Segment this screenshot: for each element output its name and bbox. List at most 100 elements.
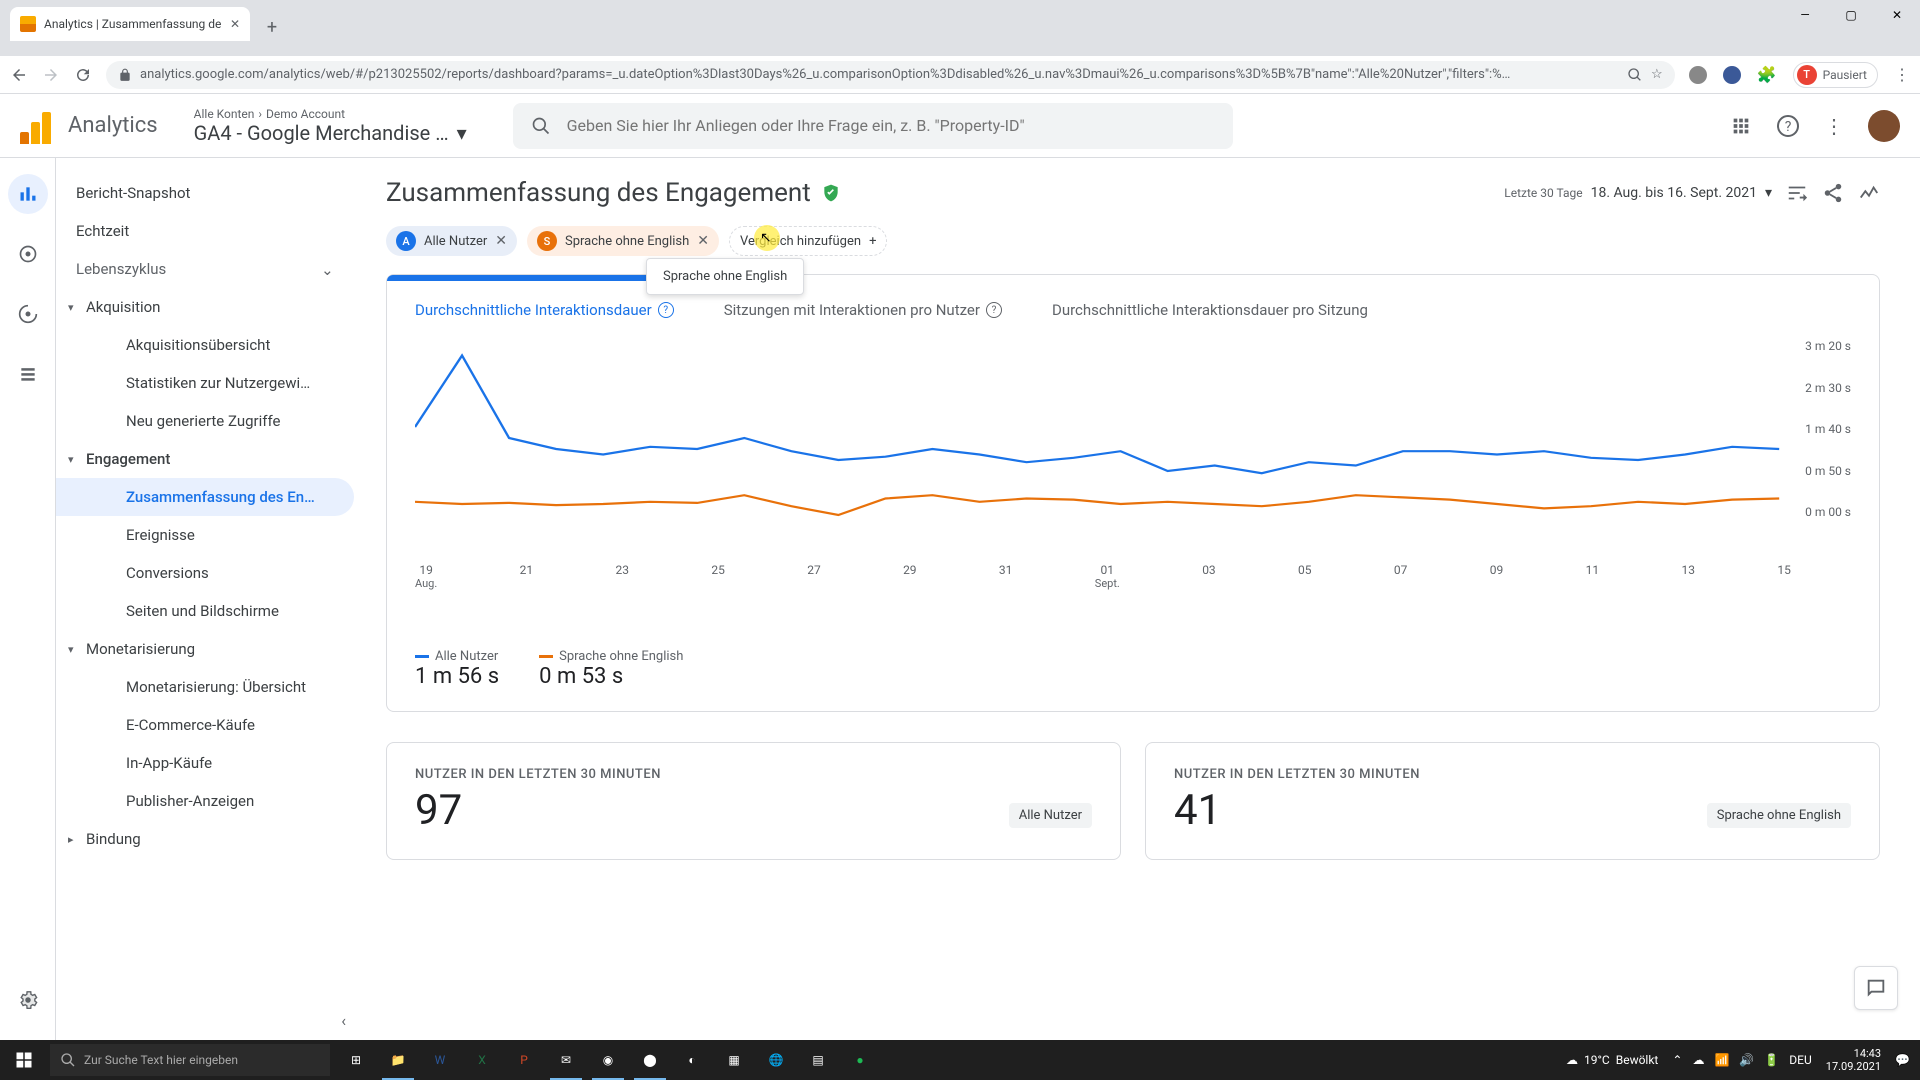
nav-acq-new[interactable]: Neu generierte Zugriffe [56, 402, 354, 440]
tray-wifi-icon[interactable]: 📶 [1714, 1053, 1729, 1067]
crumb-demo: Demo Account [266, 107, 345, 121]
extensions-menu-icon[interactable]: 🧩 [1757, 65, 1777, 84]
taskbar-excel-icon[interactable]: X [462, 1040, 502, 1080]
user-avatar[interactable] [1868, 110, 1900, 142]
nav-mon-ecommerce[interactable]: E-Commerce-Käufe [56, 706, 354, 744]
window-close-button[interactable]: ✕ [1874, 0, 1920, 30]
taskbar-edge-icon[interactable]: 🌐 [756, 1040, 796, 1080]
ga-search[interactable] [513, 103, 1233, 149]
taskbar-powerpoint-icon[interactable]: P [504, 1040, 544, 1080]
add-comparison-button[interactable]: Vergleich hinzufügen + [729, 226, 887, 256]
tray-battery-icon[interactable]: 🔋 [1764, 1053, 1779, 1067]
task-view-icon[interactable]: ⊞ [336, 1040, 376, 1080]
window-maximize-button[interactable]: ▢ [1828, 0, 1874, 30]
taskbar-weather[interactable]: ☁ 19°C Bewölkt [1566, 1053, 1658, 1067]
apps-icon[interactable] [1730, 115, 1752, 137]
nav-retention[interactable]: Bindung [56, 820, 354, 858]
nav-monetization[interactable]: Monetarisierung [56, 630, 354, 668]
property-picker[interactable]: Alle Konten › Demo Account GA4 - Google … [194, 107, 467, 145]
metric-tab-avg-duration[interactable]: Durchschnittliche Interaktionsdauer ? [415, 301, 674, 319]
extension-icon[interactable] [1723, 66, 1741, 84]
date-range-text: 18. Aug. bis 16. Sept. 2021 [1591, 185, 1757, 201]
zoom-icon[interactable] [1627, 67, 1643, 83]
analytics-logo-icon[interactable] [20, 108, 52, 144]
taskbar-mail-icon[interactable]: ✉ [546, 1040, 586, 1080]
svg-text:?: ? [1785, 119, 1792, 135]
taskbar-app-icon[interactable]: ▤ [798, 1040, 838, 1080]
tray-language[interactable]: DEU [1789, 1053, 1811, 1067]
comparison-chip-all-users[interactable]: A Alle Nutzer ✕ [386, 226, 517, 256]
nav-acq-stats[interactable]: Statistiken zur Nutzergewi… [56, 364, 354, 402]
metric-tab-duration-per-session[interactable]: Durchschnittliche Interaktionsdauer pro … [1052, 301, 1368, 319]
chip-b-remove-icon[interactable]: ✕ [697, 233, 709, 249]
page-title: Zusammenfassung des Engagement [386, 178, 811, 208]
taskbar-word-icon[interactable]: W [420, 1040, 460, 1080]
new-tab-button[interactable]: + [258, 13, 286, 41]
x-axis-labels: 19Aug.21232527293101Sept.03050709111315 [415, 559, 1851, 590]
window-minimize-button[interactable]: — [1782, 0, 1828, 30]
feedback-button[interactable] [1854, 966, 1898, 1010]
help-icon[interactable]: ? [1776, 114, 1800, 138]
rail-settings-icon[interactable] [8, 980, 48, 1020]
date-range-picker[interactable]: Letzte 30 Tage 18. Aug. bis 16. Sept. 20… [1504, 185, 1772, 201]
share-icon[interactable] [1822, 182, 1844, 204]
clock-time: 14:43 [1826, 1047, 1881, 1060]
nav-eng-conversions[interactable]: Conversions [56, 554, 354, 592]
nav-reload-button[interactable] [74, 66, 92, 84]
chevron-down-icon: ▾ [457, 121, 467, 145]
windows-taskbar: Zur Suche Text hier eingeben ⊞ 📁 W X P ✉… [0, 1040, 1920, 1080]
chip-a-remove-icon[interactable]: ✕ [495, 233, 507, 249]
engagement-line-chart [415, 339, 1851, 559]
nav-acq-overview[interactable]: Akquisitionsübersicht [56, 326, 354, 364]
browser-tab[interactable]: Analytics | Zusammenfassung de ✕ [10, 7, 250, 41]
tray-onedrive-icon[interactable]: ☁ [1692, 1053, 1704, 1067]
nav-mon-publisher[interactable]: Publisher-Anzeigen [56, 782, 354, 820]
nav-acquisition[interactable]: Akquisition [56, 288, 354, 326]
tray-volume-icon[interactable]: 🔊 [1739, 1053, 1754, 1067]
nav-eng-pages[interactable]: Seiten und Bildschirme [56, 592, 354, 630]
customize-icon[interactable] [1786, 182, 1808, 204]
help-icon[interactable]: ? [986, 302, 1002, 318]
search-input[interactable] [567, 116, 1215, 135]
nav-realtime[interactable]: Echtzeit [56, 212, 354, 250]
extension-icon[interactable] [1689, 66, 1707, 84]
rail-configure-icon[interactable] [8, 354, 48, 394]
taskbar-obs-icon[interactable]: ⬤ [630, 1040, 670, 1080]
users-badge-language: Sprache ohne English [1707, 803, 1851, 828]
nav-lifecycle[interactable]: Lebenszyklus⌃ [56, 250, 354, 288]
nav-eng-events[interactable]: Ereignisse [56, 516, 354, 554]
nav-engagement[interactable]: Engagement [56, 440, 354, 478]
comparison-chip-language[interactable]: S Sprache ohne English ✕ [527, 226, 719, 256]
taskbar-chrome-icon[interactable]: ◉ [588, 1040, 628, 1080]
rail-advertising-icon[interactable] [8, 294, 48, 334]
tray-chevron-icon[interactable]: ⌃ [1672, 1053, 1682, 1067]
weather-temp: 19°C [1584, 1053, 1610, 1067]
nav-back-button[interactable] [10, 66, 28, 84]
browser-menu-icon[interactable]: ⋮ [1894, 65, 1910, 84]
nav-mon-inapp[interactable]: In-App-Käufe [56, 744, 354, 782]
address-bar[interactable]: analytics.google.com/analytics/web/#/p21… [106, 61, 1675, 89]
more-menu-icon[interactable]: ⋮ [1824, 114, 1844, 138]
nav-snapshot[interactable]: Bericht-Snapshot [56, 174, 354, 212]
profile-chip[interactable]: T Pausiert [1793, 62, 1878, 88]
tab-close-icon[interactable]: ✕ [230, 17, 240, 31]
nav-eng-summary[interactable]: Zusammenfassung des En… [56, 478, 354, 516]
rail-explore-icon[interactable] [8, 234, 48, 274]
help-icon[interactable]: ? [658, 302, 674, 318]
start-button[interactable] [0, 1040, 48, 1080]
metric-tab-sessions-per-user[interactable]: Sitzungen mit Interaktionen pro Nutzer ? [724, 301, 1002, 319]
bookmark-star-icon[interactable]: ☆ [1651, 67, 1663, 82]
taskbar-clock[interactable]: 14:43 17.09.2021 [1826, 1047, 1881, 1073]
taskbar-app-icon[interactable]: ▦ [714, 1040, 754, 1080]
taskbar-spotify-icon[interactable]: ● [840, 1040, 880, 1080]
search-icon [531, 116, 551, 136]
taskbar-explorer-icon[interactable]: 📁 [378, 1040, 418, 1080]
sidebar-collapse-button[interactable]: ‹ [341, 1011, 346, 1030]
nav-forward-button[interactable] [42, 66, 60, 84]
taskbar-search[interactable]: Zur Suche Text hier eingeben [50, 1044, 330, 1076]
tray-notifications-icon[interactable]: 💬 [1895, 1053, 1910, 1067]
nav-mon-overview[interactable]: Monetarisierung: Übersicht [56, 668, 354, 706]
rail-reports-icon[interactable] [8, 174, 48, 214]
insights-icon[interactable] [1858, 182, 1880, 204]
taskbar-app-icon[interactable]: ◐ [672, 1040, 712, 1080]
